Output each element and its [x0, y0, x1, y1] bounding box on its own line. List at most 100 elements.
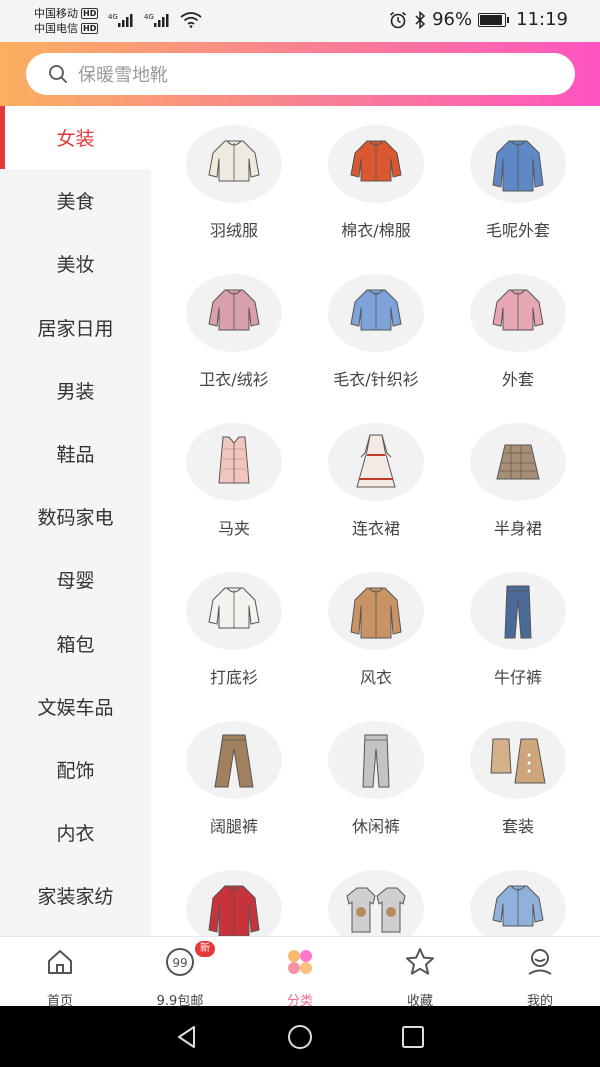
subcategory-item[interactable]: 连衣裙 [305, 423, 447, 547]
sidebar-item[interactable]: 男装 [0, 359, 151, 422]
sidebar-item[interactable]: 美食 [0, 169, 151, 232]
nav-item[interactable]: 收藏 [360, 937, 480, 1009]
subcategory-item[interactable]: 外套 [447, 274, 589, 398]
skirt-icon [470, 423, 566, 501]
nav-item[interactable]: 首页 [0, 937, 120, 1009]
category-icon [284, 946, 316, 982]
subcategory-label: 连衣裙 [351, 519, 400, 538]
suit-set-icon [470, 721, 566, 799]
subcategory-item[interactable]: 毛衣/针织衫 [305, 274, 447, 398]
sidebar-item-label: 内衣 [56, 823, 95, 846]
subcategory-label: 马夹 [217, 519, 250, 538]
sidebar-item-label: 美妆 [56, 254, 95, 277]
subcategory-item[interactable]: 毛呢外套 [447, 125, 589, 249]
sidebar-item[interactable]: 鞋品 [0, 422, 151, 485]
home-circle-icon[interactable] [285, 1022, 315, 1052]
sidebar-item-label: 女装 [56, 128, 95, 151]
svg-text:99: 99 [172, 956, 187, 970]
subcategory-item[interactable]: 马夹 [163, 423, 305, 547]
sidebar-item-label: 家装家纺 [37, 886, 114, 909]
subcategory-label: 阔腿裤 [209, 817, 258, 836]
new-badge: 新 [195, 941, 215, 957]
subcategory-item[interactable] [305, 870, 447, 936]
sidebar-item[interactable]: 数码家电 [0, 485, 151, 548]
subcategory-label: 套装 [501, 817, 534, 836]
subcategory-item[interactable]: 阔腿裤 [163, 721, 305, 845]
subcategory-item[interactable] [447, 870, 589, 936]
system-nav-bar [0, 1006, 600, 1067]
alarm-icon [390, 11, 407, 28]
subcategory-label: 卫衣/绒衫 [199, 370, 269, 389]
clock: 11:19 [516, 9, 568, 30]
subcategory-grid: 羽绒服 棉衣/棉服 毛呢外套 卫衣/绒衫 毛衣/针织衫 外套 马夹 连衣裙 半身… [151, 106, 600, 936]
sidebar-item[interactable]: 家装家纺 [0, 864, 151, 927]
nav-item[interactable]: 分类 [240, 937, 360, 1009]
bottom-nav: 首页 99 9.9包邮新 分类 收藏 我的 [0, 936, 600, 1009]
sidebar-item-label: 居家日用 [37, 317, 114, 340]
sidebar-item[interactable]: 配饰 [0, 738, 151, 801]
signal-indicators: 4G 4G [108, 12, 202, 28]
free-shipping-icon: 99 [164, 946, 196, 982]
subcategory-label: 风衣 [359, 668, 392, 687]
battery-fill [480, 14, 503, 25]
subcategory-item[interactable]: 打底衫 [163, 572, 305, 696]
search-input[interactable]: 保暖雪地靴 [78, 61, 168, 87]
carrier-info: 中国移动 HD 中国电信 HD [34, 6, 99, 36]
subcategory-label: 外套 [501, 370, 534, 389]
battery-percent: 96% [432, 9, 473, 30]
down-jacket-icon [186, 125, 282, 203]
status-bar: 中国移动 HD 中国电信 HD 4G 4G 96% 11:19 [0, 0, 600, 42]
wifi-icon [180, 12, 202, 28]
search-bar[interactable]: 保暖雪地靴 [26, 53, 575, 95]
search-icon [49, 65, 67, 83]
subcategory-item[interactable]: 风衣 [305, 572, 447, 696]
subcategory-label: 半身裙 [493, 519, 542, 538]
back-icon[interactable] [172, 1022, 202, 1052]
subcategory-item[interactable]: 羽绒服 [163, 125, 305, 249]
sidebar-item-label: 配饰 [56, 759, 95, 782]
subcategory-item[interactable]: 卫衣/绒衫 [163, 274, 305, 398]
casual-pants-icon [328, 721, 424, 799]
sweatshirt-icon [186, 274, 282, 352]
subcategory-label: 羽绒服 [209, 221, 258, 240]
sidebar-item-label: 男装 [56, 380, 95, 403]
nav-item[interactable]: 我的 [480, 937, 600, 1009]
dress-icon [328, 423, 424, 501]
hd-badge: HD [81, 23, 99, 34]
sweater-icon [328, 274, 424, 352]
wool-coat-icon [470, 125, 566, 203]
subcategory-label: 毛呢外套 [485, 221, 550, 240]
sidebar-item-label: 母婴 [56, 570, 95, 593]
subcategory-item[interactable]: 休闲裤 [305, 721, 447, 845]
header: 保暖雪地靴 [0, 42, 600, 106]
category-sidebar: 女装美食美妆居家日用男装鞋品 数码家电母婴箱包文娱车品配饰内衣家装家纺 [0, 106, 151, 936]
subcategory-item[interactable]: 棉衣/棉服 [305, 125, 447, 249]
jeans-icon [470, 572, 566, 650]
base-top-icon [186, 572, 282, 650]
svg-text:4G: 4G [144, 13, 154, 21]
sidebar-item[interactable]: 美妆 [0, 232, 151, 295]
subcategory-label: 打底衫 [209, 668, 258, 687]
red-coat-icon [186, 870, 282, 936]
subcategory-label: 牛仔裤 [493, 668, 542, 687]
profile-icon [524, 946, 556, 982]
signal-icon: 4G [108, 13, 133, 27]
subcategory-item[interactable]: 套装 [447, 721, 589, 845]
sidebar-item[interactable]: 女装 [0, 106, 151, 170]
subcategory-item[interactable]: 牛仔裤 [447, 572, 589, 696]
sidebar-item[interactable]: 内衣 [0, 801, 151, 864]
sidebar-item[interactable]: 母婴 [0, 548, 151, 611]
sidebar-item[interactable]: 文娱车品 [0, 675, 151, 738]
subcategory-item[interactable]: 半身裙 [447, 423, 589, 547]
sidebar-item[interactable]: 居家日用 [0, 296, 151, 359]
carrier-1: 中国移动 [34, 7, 78, 20]
sidebar-item-label: 文娱车品 [37, 696, 114, 719]
recents-icon[interactable] [398, 1022, 428, 1052]
star-icon [404, 946, 436, 982]
nav-item[interactable]: 99 9.9包邮新 [120, 937, 240, 1009]
subcategory-label: 棉衣/棉服 [341, 221, 411, 240]
sidebar-item[interactable]: 箱包 [0, 612, 151, 675]
subcategory-label: 毛衣/针织衫 [333, 370, 419, 389]
carrier-2: 中国电信 [34, 22, 78, 35]
subcategory-item[interactable] [163, 870, 305, 936]
